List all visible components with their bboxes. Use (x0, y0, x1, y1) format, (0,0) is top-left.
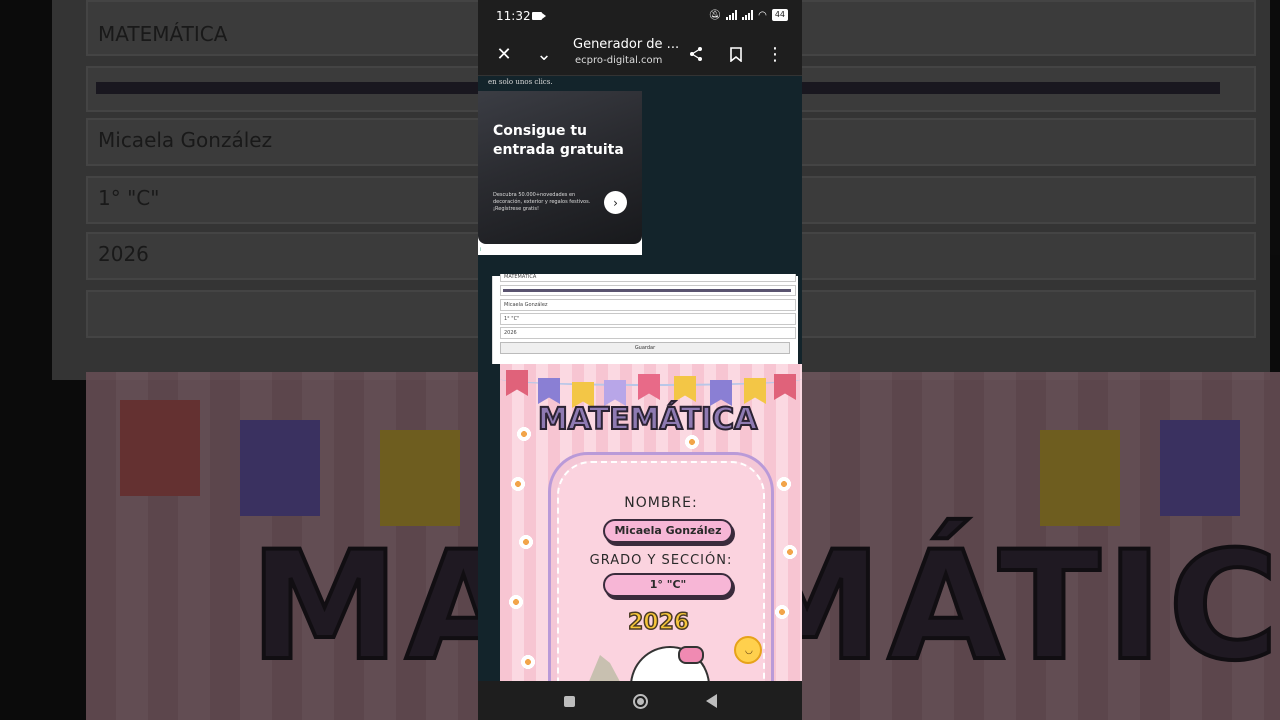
intro-text: en solo unos clics. (488, 78, 553, 86)
back-icon[interactable] (702, 692, 720, 710)
mute-icon: 🔕︎ (708, 9, 722, 21)
flower-decoration (518, 534, 534, 550)
close-icon[interactable]: ✕ (492, 42, 516, 66)
ad-card[interactable]: Consigue tu entrada gratuita Descubra 50… (478, 91, 642, 244)
subject-input[interactable]: MATEMÁTICA (500, 274, 796, 282)
ad-banner[interactable]: Consigue tu entrada gratuita Descubra 50… (478, 91, 642, 255)
cover-year: 2026 (627, 609, 690, 636)
android-nav-bar (478, 681, 802, 720)
more-options-icon[interactable]: ⋮ (763, 42, 787, 66)
save-button[interactable]: Guardar (500, 342, 790, 354)
section-pill: 1° "C" (603, 573, 733, 597)
bookmark-icon[interactable] (724, 42, 748, 66)
bunting-flag (744, 378, 766, 404)
flower-decoration (774, 604, 790, 620)
status-icons: 🔕︎ ◠ 44 (708, 9, 788, 21)
signal-icon (726, 10, 738, 20)
color-swatch (503, 289, 791, 292)
flower-decoration (776, 476, 792, 492)
name-pill: Micaela González (603, 519, 733, 543)
flower-decoration (510, 476, 526, 492)
page-url: ecpro-digital.com (575, 55, 663, 66)
bunting-flag (774, 374, 796, 400)
section-input[interactable]: 1° "C" (500, 313, 796, 325)
ad-title: Consigue tu entrada gratuita (493, 123, 624, 158)
web-content: en solo unos clics. Consigue tu entrada … (478, 76, 802, 681)
flower-decoration (520, 654, 536, 670)
flower-decoration (782, 544, 798, 560)
signal-icon (742, 10, 754, 20)
cover-preview: MATEMÁTICA NOMBRE: Micaela González GRAD… (500, 364, 802, 681)
bunting-flag (638, 374, 660, 400)
video-icon (532, 12, 546, 20)
wifi-icon: ◠ (758, 9, 767, 21)
chevron-down-icon[interactable]: ⌄ (532, 42, 556, 66)
screen: MATEMÁTICA Micaela González 1° "C" 2026 … (0, 0, 1280, 720)
bunting-flag (506, 370, 528, 396)
cover-form: MATEMÁTICA Micaela González 1° "C" 2026 … (492, 274, 798, 364)
share-icon[interactable] (684, 42, 708, 66)
sun-face: ◡ (745, 646, 753, 656)
status-bar: 11:32 🔕︎ ◠ 44 (478, 0, 802, 32)
name-label: NOMBRE: (624, 495, 698, 511)
status-time: 11:32 (496, 9, 531, 23)
battery-icon: 44 (771, 9, 788, 21)
chevron-right-icon[interactable]: › (604, 191, 627, 214)
cover-title: MATEMÁTICA (537, 401, 758, 438)
phone-screen: 11:32 🔕︎ ◠ 44 ✕ ⌄ Generador de ... ecpro… (478, 0, 802, 720)
recents-icon[interactable] (560, 692, 578, 710)
name-input[interactable]: Micaela González (500, 299, 796, 311)
section-label: GRADO Y SECCIÓN: (589, 553, 733, 568)
home-icon[interactable] (631, 692, 649, 710)
flower-decoration (508, 594, 524, 610)
sun-icon: ◡ (734, 636, 762, 664)
bow-decoration (678, 646, 704, 664)
bunting-flag (674, 376, 696, 402)
browser-toolbar: ✕ ⌄ Generador de ... ecpro-digital.com ⋮ (478, 32, 802, 76)
page-title: Generador de ... (573, 37, 680, 52)
flower-decoration (516, 426, 532, 442)
year-input[interactable]: 2026 (500, 327, 796, 339)
ad-info-icon[interactable]: i (480, 247, 481, 253)
ad-description: Descubra 50.000+novedades en decoración,… (493, 192, 591, 212)
bunting-flag (538, 378, 560, 404)
